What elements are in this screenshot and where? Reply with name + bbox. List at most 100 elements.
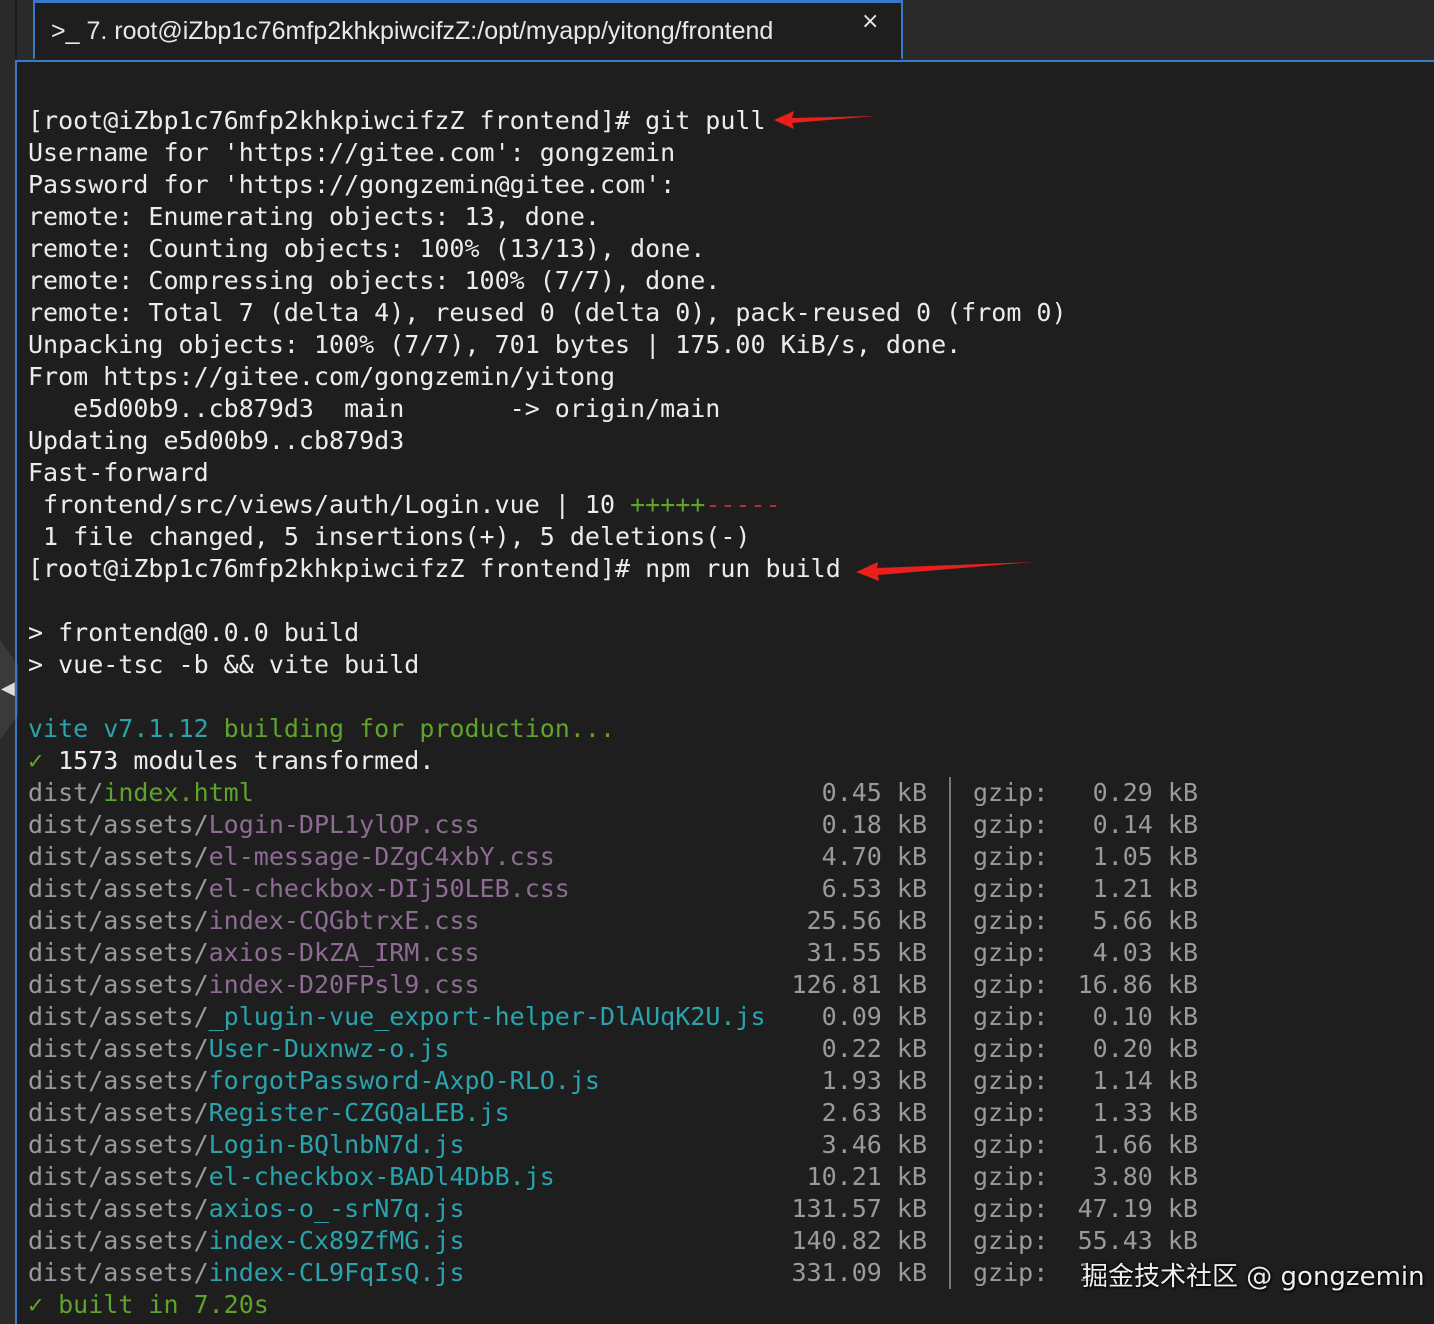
text-segment: remote: Enumerating objects: 13, done. bbox=[28, 202, 600, 231]
file-dir: dist/ bbox=[28, 778, 104, 807]
gzip-size: 16.86 kB bbox=[1077, 970, 1198, 999]
text-segment: +++++ bbox=[630, 490, 706, 519]
gzip-size: 0.20 kB bbox=[1092, 1034, 1198, 1063]
gzip-label: gzip: bbox=[973, 810, 1049, 839]
file-dir: dist/assets/ bbox=[28, 1162, 209, 1191]
text-segment: built in 7.20s bbox=[58, 1290, 269, 1319]
tab-bar: >_ 7. root@iZbp1c76mfp2khkpiwcifzZ:/opt/… bbox=[17, 0, 1434, 62]
file-name: Login-BQlnbN7d.js bbox=[208, 1130, 465, 1159]
text-segment: Fast-forward bbox=[28, 458, 209, 487]
text-segment: [root@iZbp1c76mfp2khkpiwcifzZ frontend]#… bbox=[28, 554, 841, 583]
gzip-label: gzip: bbox=[973, 1034, 1049, 1063]
file-path: dist/index.html bbox=[28, 777, 254, 809]
file-path: dist/assets/Login-BQlnbN7d.js bbox=[28, 1129, 465, 1161]
file-size: 2.63 kB bbox=[821, 1098, 927, 1127]
tab-title: >_ 7. root@iZbp1c76mfp2khkpiwcifzZ:/opt/… bbox=[51, 17, 774, 45]
text-segment: ----- bbox=[705, 490, 781, 519]
file-dir: dist/assets/ bbox=[28, 970, 209, 999]
gzip-label: gzip: bbox=[973, 842, 1049, 871]
build-file-row: dist/assets/axios-DkZA_IRM.css 31.55 kB gz… bbox=[28, 937, 1198, 969]
text-segment: remote: Total 7 (delta 4), reused 0 (del… bbox=[28, 298, 1067, 327]
gzip-size: 4.03 kB bbox=[1092, 938, 1198, 967]
gzip-size: 5.66 kB bbox=[1092, 906, 1198, 935]
gzip-label: gzip: bbox=[973, 970, 1049, 999]
column-separator bbox=[949, 1097, 951, 1129]
terminal-output[interactable]: [root@iZbp1c76mfp2khkpiwcifzZ frontend]#… bbox=[28, 105, 1198, 1321]
file-name: _plugin-vue_export-helper-DlAUqK2U.js bbox=[208, 1002, 766, 1031]
file-name: axios-DkZA_IRM.css bbox=[208, 938, 480, 967]
gzip-label: gzip: bbox=[973, 1162, 1049, 1191]
gzip-size: 1.21 kB bbox=[1092, 874, 1198, 903]
build-file-row: dist/assets/axios-o_-srN7q.js 131.57 kB gz… bbox=[28, 1193, 1198, 1225]
file-name: User-Duxnwz-o.js bbox=[208, 1034, 450, 1063]
file-size: 131.57 kB bbox=[791, 1194, 927, 1223]
text-segment: Password for 'https://gongzemin@gitee.co… bbox=[28, 170, 676, 199]
file-name: forgotPassword-AxpO-RLO.js bbox=[208, 1066, 600, 1095]
build-file-row: dist/index.html 0.45 kB gzip: 0.29 kB bbox=[28, 777, 1198, 809]
column-separator bbox=[949, 1225, 951, 1257]
terminal-line: remote: Enumerating objects: 13, done. bbox=[28, 201, 1067, 233]
build-file-row: dist/assets/Login-BQlnbN7d.js 3.46 kB gzip… bbox=[28, 1129, 1198, 1161]
file-path: dist/assets/el-message-DZgC4xbY.css bbox=[28, 841, 555, 873]
gzip-label: gzip: bbox=[973, 938, 1049, 967]
file-path: dist/assets/Login-DPL1ylOP.css bbox=[28, 809, 480, 841]
close-icon[interactable]: × bbox=[861, 9, 879, 34]
gzip-label: gzip: bbox=[973, 906, 1049, 935]
file-size: 0.22 kB bbox=[821, 1034, 927, 1063]
file-path: dist/assets/index-CL9FqIsQ.js bbox=[28, 1257, 465, 1289]
file-size: 0.45 kB bbox=[821, 778, 927, 807]
terminal-tab[interactable]: >_ 7. root@iZbp1c76mfp2khkpiwcifzZ:/opt/… bbox=[33, 0, 903, 60]
terminal-line: remote: Total 7 (delta 4), reused 0 (del… bbox=[28, 297, 1067, 329]
column-separator bbox=[949, 873, 951, 905]
build-file-row: dist/assets/index-CQGbtrxE.css 25.56 kB gz… bbox=[28, 905, 1198, 937]
watermark: 掘金技术社区 @ gongzemin bbox=[1082, 1262, 1425, 1292]
file-dir: dist/assets/ bbox=[28, 1194, 209, 1223]
terminal-line: Password for 'https://gongzemin@gitee.co… bbox=[28, 169, 1067, 201]
file-size: 0.18 kB bbox=[821, 810, 927, 839]
text-segment: 1 file changed, 5 insertions(+), 5 delet… bbox=[28, 522, 751, 551]
terminal-line: > frontend@0.0.0 build bbox=[28, 617, 1067, 649]
terminal-line: vite v7.1.12 building for production... bbox=[28, 713, 1067, 745]
terminal-line: Updating e5d00b9..cb879d3 bbox=[28, 425, 1067, 457]
file-dir: dist/assets/ bbox=[28, 842, 209, 871]
file-name: el-checkbox-BADl4DbB.js bbox=[208, 1162, 555, 1191]
text-segment: building for production... bbox=[223, 714, 616, 743]
file-size: 31.55 kB bbox=[806, 938, 927, 967]
build-file-row: dist/assets/Login-DPL1ylOP.css 0.18 kB gzi… bbox=[28, 809, 1198, 841]
column-separator bbox=[949, 1065, 951, 1097]
text-segment: 1573 modules transformed. bbox=[58, 746, 435, 775]
text-segment: Unpacking objects: 100% (7/7), 701 bytes… bbox=[28, 330, 962, 359]
column-separator bbox=[949, 777, 951, 809]
text-segment: From https://gitee.com/gongzemin/yitong bbox=[28, 362, 615, 391]
column-separator bbox=[949, 841, 951, 873]
file-size: 25.56 kB bbox=[806, 906, 927, 935]
file-name: Register-CZGQaLEB.js bbox=[208, 1098, 510, 1127]
terminal-line: Unpacking objects: 100% (7/7), 701 bytes… bbox=[28, 329, 1067, 361]
build-complete-line: ✓ built in 7.20s bbox=[28, 1289, 1067, 1321]
column-separator bbox=[949, 1257, 951, 1289]
file-dir: dist/assets/ bbox=[28, 1258, 209, 1287]
build-file-row: dist/assets/index-D20FPsl9.css 126.81 kB g… bbox=[28, 969, 1198, 1001]
build-file-row: dist/assets/el-message-DZgC4xbY.css 4.70 … bbox=[28, 841, 1198, 873]
text-segment: vite v7.1.12 bbox=[28, 714, 224, 743]
file-name: axios-o_-srN7q.js bbox=[208, 1194, 465, 1223]
text-segment: Updating e5d00b9..cb879d3 bbox=[28, 426, 405, 455]
file-path: dist/assets/index-Cx89ZfMG.js bbox=[28, 1225, 465, 1257]
file-size: 331.09 kB bbox=[791, 1258, 927, 1287]
text-segment: [root@iZbp1c76mfp2khkpiwcifzZ frontend]#… bbox=[28, 106, 766, 135]
gzip-label: gzip: bbox=[973, 778, 1049, 807]
build-file-row: dist/assets/index-CL9FqIsQ.js 331.09 kB gz… bbox=[28, 1257, 1093, 1289]
text-segment: remote: Counting objects: 100% (13/13), … bbox=[28, 234, 706, 263]
gzip-label: gzip: bbox=[973, 1258, 1049, 1287]
text-segment: e5d00b9..cb879d3 main -> origin/main bbox=[28, 394, 721, 423]
column-separator bbox=[949, 809, 951, 841]
column-separator bbox=[949, 937, 951, 969]
build-file-row: dist/assets/Register-CZGQaLEB.js 2.63 kB g… bbox=[28, 1097, 1198, 1129]
gzip-size: 1.66 kB bbox=[1092, 1130, 1198, 1159]
terminal-line: Username for 'https://gitee.com': gongze… bbox=[28, 137, 1067, 169]
gzip-label: gzip: bbox=[973, 1002, 1049, 1031]
file-size: 0.09 kB bbox=[821, 1002, 927, 1031]
file-path: dist/assets/index-CQGbtrxE.css bbox=[28, 905, 480, 937]
terminal-line: frontend/src/views/auth/Login.vue | 10 +… bbox=[28, 489, 1067, 521]
terminal-line: From https://gitee.com/gongzemin/yitong bbox=[28, 361, 1067, 393]
